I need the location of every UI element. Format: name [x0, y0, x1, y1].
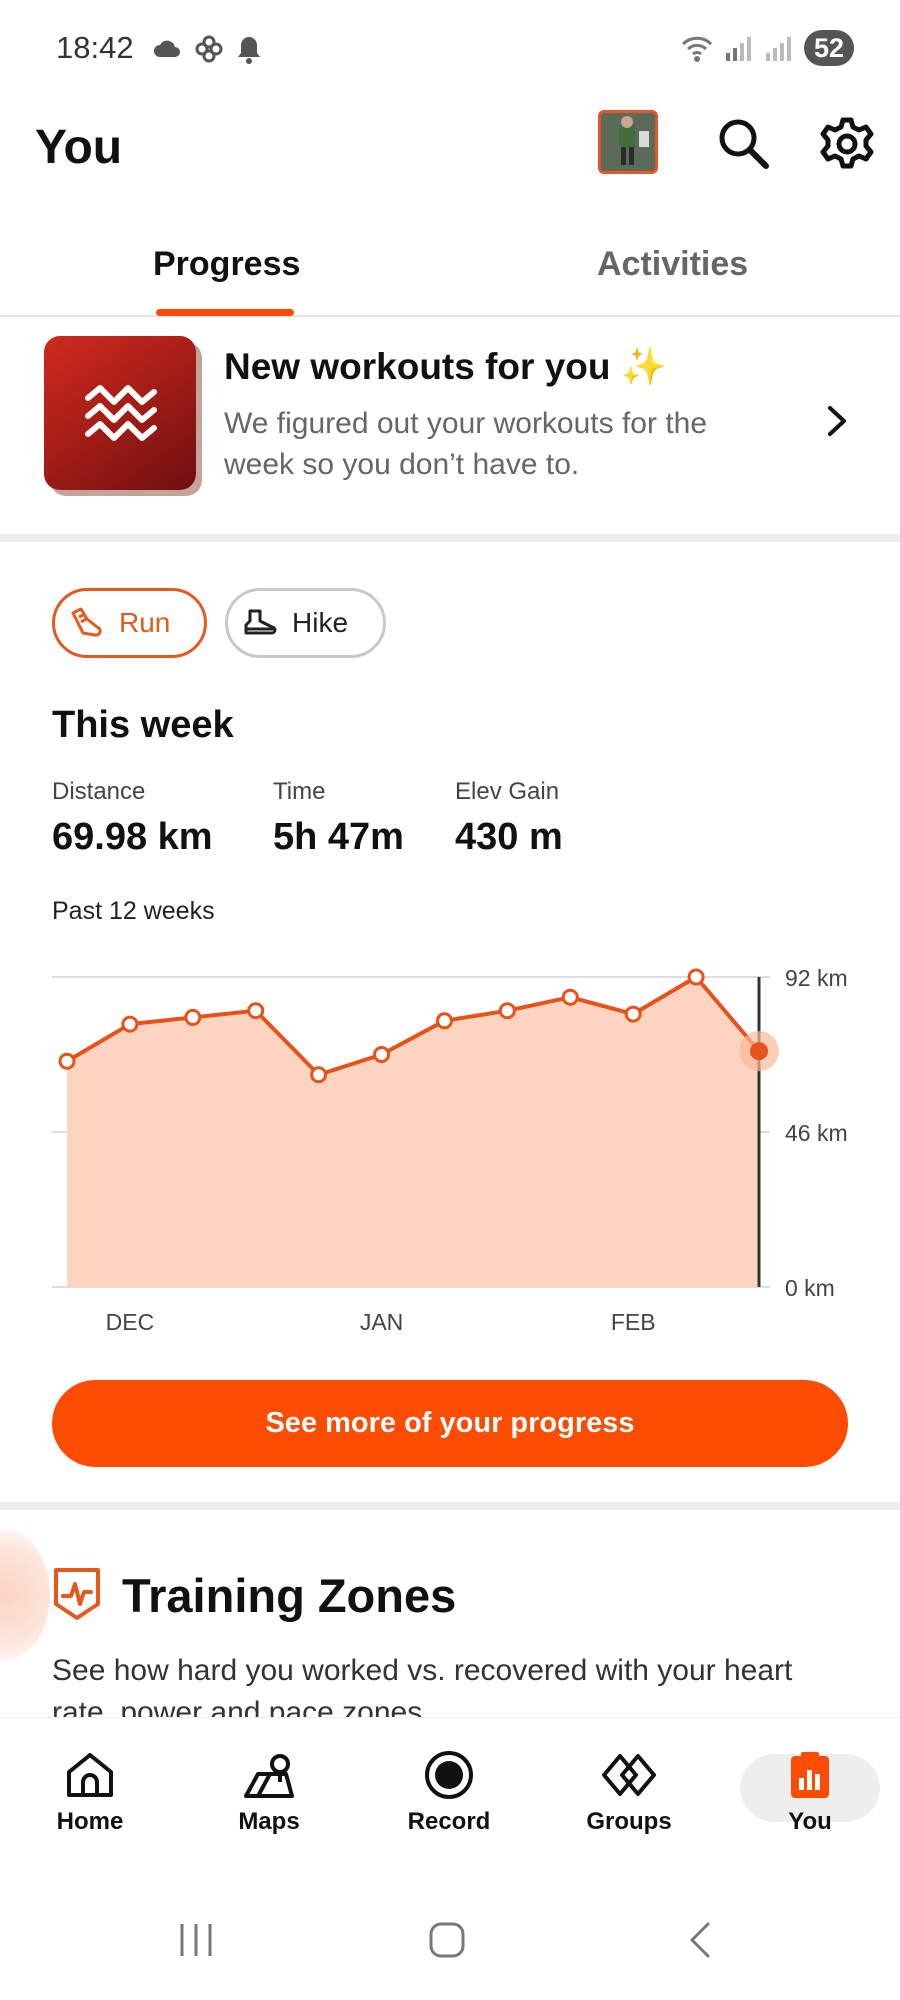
stat-value: 430 m — [455, 816, 563, 858]
run-chip-label: Run — [119, 607, 171, 638]
system-nav-bar — [0, 1880, 900, 2000]
groups-icon — [602, 1754, 656, 1796]
chevron-right-icon[interactable] — [820, 396, 856, 446]
x-tick-label: FEB — [611, 1309, 656, 1335]
nav-you[interactable]: You — [740, 1750, 880, 1836]
you-chart-icon — [791, 1752, 829, 1798]
data-point — [184, 1008, 202, 1026]
workouts-banner[interactable]: New workouts for you ✨ We figured out yo… — [0, 318, 900, 540]
stat-value: 5h 47m — [273, 816, 404, 858]
data-point — [121, 1015, 139, 1033]
bottom-nav: Home Maps Record Groups You — [0, 1718, 900, 1868]
bell-icon — [238, 37, 260, 64]
stat-distance: Distance 69.98 km — [52, 778, 213, 859]
recents-icon[interactable] — [178, 1920, 214, 1960]
nav-label: Home — [56, 1808, 124, 1835]
tab-bar: Progress Activities — [0, 225, 900, 317]
data-point — [435, 1012, 453, 1030]
training-zones-icon — [54, 1568, 100, 1620]
x-tick-label: DEC — [106, 1309, 155, 1335]
area-fill — [67, 977, 759, 1287]
status-time: 18:42 — [56, 30, 134, 65]
nav-label: Maps — [238, 1808, 300, 1835]
nav-maps[interactable]: Maps — [199, 1750, 339, 1836]
run-chip[interactable]: Run — [52, 588, 207, 658]
data-point — [687, 968, 705, 986]
waves-icon — [85, 385, 157, 441]
signal-icon — [765, 37, 791, 61]
header: You — [0, 100, 900, 200]
tab-progress[interactable]: Progress — [153, 245, 300, 284]
nav-label: Groups — [586, 1808, 672, 1835]
stat-label: Distance — [52, 778, 146, 805]
workouts-art — [44, 336, 196, 490]
stat-time: Time 5h 47m — [273, 778, 404, 859]
y-tick-label: 92 km — [785, 965, 848, 991]
banner-description: We figured out your workouts for the wee… — [224, 407, 708, 481]
nav-groups[interactable]: Groups — [559, 1750, 699, 1836]
back-icon[interactable] — [682, 1920, 718, 1960]
nav-home[interactable]: Home — [20, 1750, 160, 1836]
page-title: You — [35, 121, 123, 174]
signal-icon — [725, 37, 751, 61]
data-point — [310, 1066, 328, 1084]
training-zones-title: Training Zones — [122, 1569, 457, 1622]
section-divider — [0, 534, 900, 542]
search-icon[interactable] — [714, 114, 774, 174]
data-point — [498, 1002, 516, 1020]
status-bar: 18:42 52 — [0, 0, 900, 100]
hike-chip[interactable]: Hike — [225, 588, 386, 658]
stat-elev-gain: Elev Gain 430 m — [455, 778, 563, 859]
this-week-title: This week — [52, 704, 234, 746]
hiking-boot-icon — [244, 609, 277, 635]
see-progress-button[interactable]: See more of your progress — [52, 1380, 848, 1467]
home-circle-icon[interactable] — [427, 1920, 467, 1960]
training-zones-description: See how hard you worked vs. recovered wi… — [52, 1654, 793, 1718]
nav-record[interactable]: Record — [379, 1750, 519, 1836]
x-tick-label: JAN — [360, 1309, 403, 1335]
running-shoe-icon — [71, 607, 102, 637]
wifi-icon — [681, 36, 713, 62]
avatar[interactable] — [598, 110, 658, 174]
pinwheel-icon — [195, 35, 223, 63]
y-tick-label: 0 km — [785, 1275, 835, 1301]
data-point — [373, 1046, 391, 1063]
data-point — [624, 1005, 642, 1023]
y-tick-label: 46 km — [785, 1120, 848, 1146]
data-point-highlight — [750, 1042, 768, 1061]
nav-label: Record — [407, 1808, 491, 1835]
stat-label: Time — [273, 778, 326, 805]
data-point — [561, 988, 579, 1006]
tab-activities[interactable]: Activities — [597, 245, 748, 284]
period-label: Past 12 weeks — [52, 897, 215, 925]
decorative-blob — [0, 1530, 50, 1660]
nav-label: You — [788, 1808, 832, 1835]
data-point — [247, 1002, 265, 1020]
home-icon — [67, 1753, 113, 1797]
banner-title: New workouts for you ✨ — [224, 346, 667, 387]
cloud-icon — [154, 40, 180, 57]
section-divider — [0, 1502, 900, 1510]
hike-chip-label: Hike — [292, 607, 349, 638]
map-icon — [244, 1754, 294, 1798]
stat-label: Elev Gain — [455, 778, 560, 805]
record-icon — [425, 1751, 473, 1799]
active-tab-indicator — [156, 309, 294, 316]
gear-icon[interactable] — [817, 114, 877, 174]
weekly-distance-chart[interactable]: 92 km 46 km 0 km DEC JAN FEB — [0, 960, 900, 1350]
data-point — [58, 1052, 76, 1070]
battery-indicator: 52 — [803, 30, 854, 66]
stat-value: 69.98 km — [52, 816, 213, 858]
